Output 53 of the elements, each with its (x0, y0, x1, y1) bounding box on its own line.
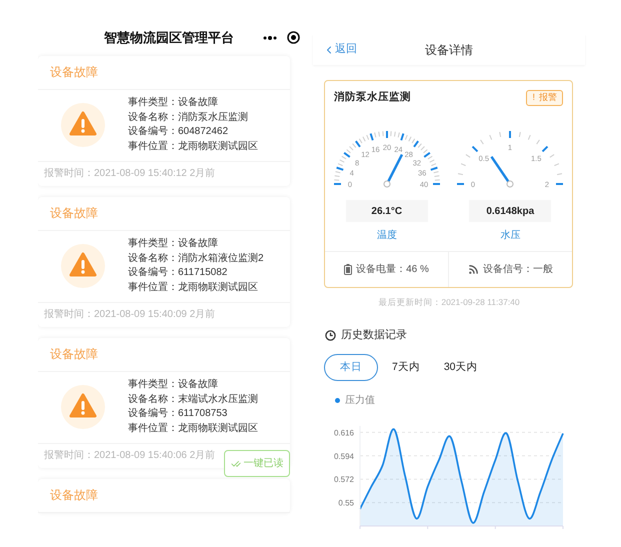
y-tick-label: 0.572 (334, 475, 354, 484)
alarm-time: 报警时间：2021-08-09 15:40:12 2月前 (44, 166, 216, 181)
back-link[interactable]: 返回 (323, 41, 357, 58)
alarm-detail: 事件类型：设备故障 (128, 237, 219, 251)
clock-icon (325, 330, 336, 340)
gauge-label: 水压 (500, 228, 520, 243)
exclamation-icon: ! (532, 91, 535, 105)
alarm-detail: 事件类型：设备故障 (128, 96, 219, 110)
last-updated: 最后更新时间：2021-09-28 11:37:40 (378, 296, 520, 309)
needle (490, 156, 514, 188)
y-tick-label: 0.55 (338, 498, 354, 508)
alarm-heading: 设备故障 (50, 346, 98, 363)
reading-box: 0.6148kpa (469, 200, 552, 222)
alarm-heading: 设备故障 (50, 205, 98, 222)
y-tick-label: 0.594 (334, 452, 354, 462)
battery-level: 设备电量：46 % (356, 262, 429, 277)
alarm-card[interactable]: 设备故障 事件类型：设备故障 设备名称：消防水箱液位监测2 设备编号：611715082 事件位置：龙雨物联测试园区 报警时间：2021-08-09 15:40:09 2月前 (38, 196, 290, 326)
needle (383, 154, 403, 188)
range-tab[interactable]: 7天内 (382, 354, 430, 382)
alarm-heading: 设备故障 (50, 487, 98, 504)
warning-icon (61, 385, 105, 429)
alarm-detail: 设备编号：611715082 (128, 266, 228, 280)
alarm-detail: 设备名称：末端试水水压监测 (128, 392, 258, 406)
section-title: 历史数据记录 (341, 328, 407, 343)
double-check-icon (230, 458, 240, 468)
battery-icon (344, 264, 352, 275)
alarm-detail: 设备编号：604872462 (128, 125, 230, 139)
alarm-detail: 事件类型：设备故障 (128, 378, 219, 392)
warning-icon (61, 244, 105, 288)
warning-icon (61, 103, 105, 147)
signal-icon (468, 264, 479, 275)
legend-label: 压力值 (345, 394, 375, 408)
alarm-time: 报警时间：2021-08-09 15:40:06 2月前 (44, 448, 216, 463)
range-tab[interactable]: 30天内 (434, 354, 488, 382)
alarm-detail: 设备名称：消防水箱液位监测2 (128, 252, 264, 266)
page-title: 设备详情 (425, 42, 473, 58)
more-icon[interactable] (263, 36, 277, 40)
gauge-label: 温度 (376, 228, 397, 243)
signal-status: 设备信号：一般 (483, 263, 553, 277)
reading-box: 26.1°C (346, 200, 428, 222)
alarm-detail: 事件位置：龙雨物联测试园区 (128, 140, 258, 154)
alarm-time: 报警时间：2021-08-09 15:40:09 2月前 (44, 308, 216, 322)
alarm-heading: 设备故障 (50, 64, 98, 81)
alarm-detail: 事件位置：龙雨物联测试园区 (128, 422, 258, 436)
y-tick-label: 0.616 (334, 428, 354, 438)
alarm-detail: 设备名称：消防泵水压监测 (128, 110, 249, 124)
target-icon[interactable] (287, 31, 300, 44)
alarm-card[interactable]: 设备故障 事件类型：设备故障 设备名称：消防泵水压监测 设备编号：604872462 事件位置：龙雨物联测试园区 报警时间：2021-08-09 15:40:12 2月前 (38, 56, 290, 186)
badge-label: 报警 (539, 91, 557, 104)
alarm-detail: 设备编号：611708753 (128, 407, 228, 421)
alarm-detail: 事件位置：龙雨物联测试园区 (128, 280, 259, 294)
device-name: 消防泵水压监测 (334, 90, 411, 106)
app-title: 智慧物流园区管理平台 (104, 29, 234, 47)
